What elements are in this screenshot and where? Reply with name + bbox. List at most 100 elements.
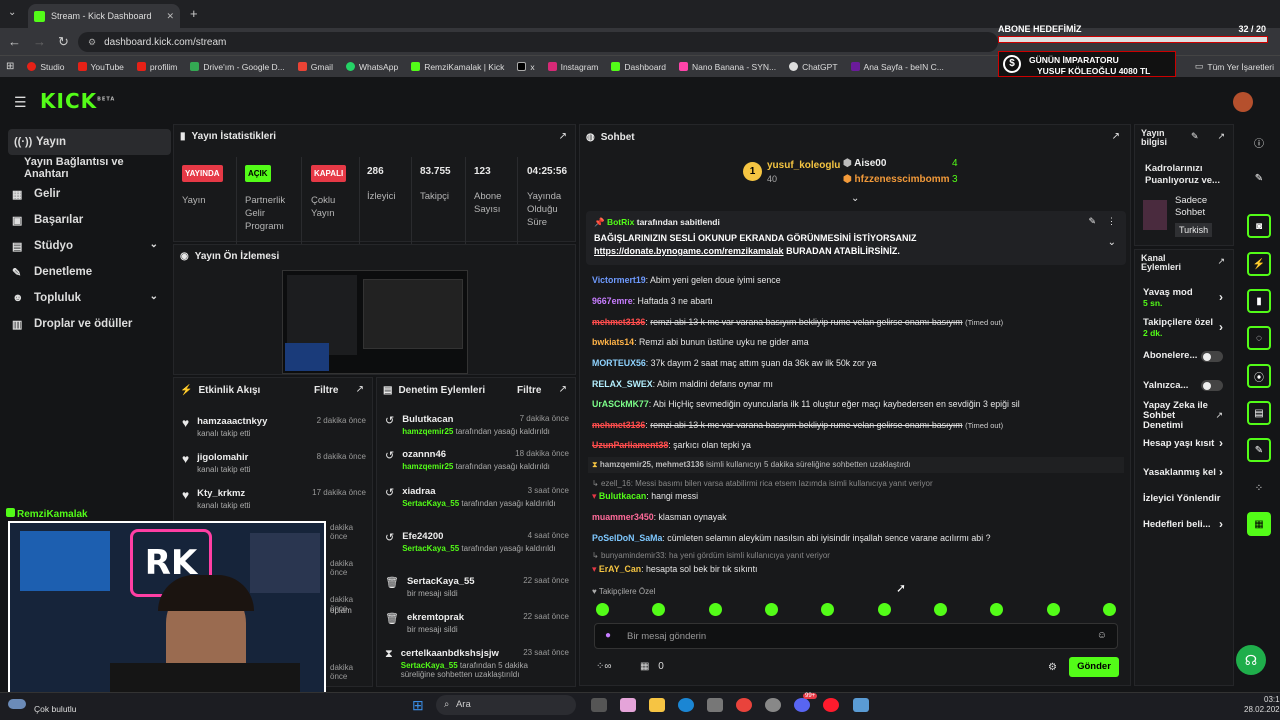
emote-icon[interactable] (933, 603, 947, 616)
emote-icon[interactable] (596, 603, 609, 616)
popout-icon[interactable]: ↗ (356, 384, 364, 395)
goals-row[interactable]: Hedefleri beli... (1143, 520, 1229, 530)
clip-icon[interactable]: ▮ (1247, 289, 1271, 313)
ai-moderation-row[interactable]: Yapay Zeka ile Sohbet Denetimi (1143, 401, 1215, 431)
weather-text[interactable]: Çok bulutlu (34, 704, 77, 714)
info-icon[interactable]: ⓘ (1247, 130, 1271, 154)
moderation-icon[interactable]: ▤ (1247, 401, 1271, 425)
windows-start-icon[interactable]: ⊞ (412, 697, 424, 714)
sidebar-item-gelir[interactable]: ▦ Gelir (0, 181, 170, 207)
chat-bubble-icon[interactable]: ◌ (1247, 326, 1271, 350)
bookmark-profilim[interactable]: profilim (136, 62, 177, 72)
send-button[interactable]: Gönder (1069, 657, 1119, 677)
sidebar-item-topluluk[interactable]: ☻ Topluluk ⌄ (0, 285, 170, 311)
emote-icon[interactable] (821, 603, 835, 616)
emote-icon[interactable] (990, 603, 1004, 616)
popout-icon[interactable]: ↗ (1217, 256, 1225, 267)
account-age-row[interactable]: Hesap yaşı kısıt (1143, 439, 1229, 449)
browser-tab[interactable]: Stream - Kick Dashboard ✕ (28, 4, 180, 28)
emote-icon[interactable] (764, 603, 778, 616)
system-clock[interactable]: 03:1028.02.2026 (1244, 695, 1280, 715)
gift-icon[interactable]: ▦ (1247, 512, 1271, 536)
gift-counter[interactable]: ▦ 0 (640, 661, 664, 672)
settings-icon[interactable]: ⚙ (1048, 662, 1057, 673)
edit-icon[interactable]: ✎ (1247, 166, 1271, 190)
bookmark-nano-banana[interactable]: Nano Banana - SYN... (678, 62, 776, 72)
donate-link[interactable]: https://donate.bynogame.com/remzikamalak (594, 246, 784, 256)
site-info-icon[interactable]: ⚙ (88, 37, 96, 48)
user-avatar[interactable] (1233, 92, 1253, 112)
opera-icon[interactable] (823, 698, 839, 712)
community-icon[interactable]: ⁘ (1247, 476, 1271, 500)
wrench-icon[interactable]: ✎ (1247, 438, 1271, 462)
preview-video[interactable] (282, 270, 468, 374)
address-bar[interactable]: ⚙ dashboard.kick.com/stream (78, 32, 998, 52)
emote-toggle[interactable] (1201, 380, 1223, 391)
bookmark-x[interactable]: x (517, 62, 535, 72)
bookmark-dashboard[interactable]: Dashboard (611, 62, 666, 72)
task-view-icon[interactable] (591, 698, 607, 712)
steam-icon[interactable] (765, 698, 781, 712)
chat-input-box[interactable]: ● Bir mesaj gönderin ☺ (594, 623, 1118, 649)
emote-icon[interactable] (877, 603, 891, 616)
bookmark-gmail[interactable]: Gmail (297, 62, 333, 72)
banned-words-row[interactable]: Yasaklanmış kel (1143, 468, 1229, 478)
collapse-icon[interactable]: ⌄ (851, 193, 859, 204)
sidebar-item-basarilar[interactable]: ▣ Başarılar (0, 207, 170, 233)
activity-filter-button[interactable]: Filtre (314, 385, 338, 396)
sidebar-item-denetleme[interactable]: ✎ Denetleme (0, 259, 170, 285)
emote-icon[interactable] (1046, 603, 1060, 616)
support-icon[interactable]: ☊ (1236, 645, 1266, 675)
followers-only-row[interactable]: Takipçilere özel 2 dk. (1143, 318, 1229, 339)
bookmark-instagram[interactable]: Instagram (547, 62, 598, 72)
emote-icon[interactable] (652, 603, 666, 616)
unpin-icon[interactable]: ✎ (1088, 216, 1096, 227)
taskbar-search[interactable]: ⌕ Ara (436, 695, 576, 715)
expand-icon[interactable]: ⌄ (1108, 237, 1116, 248)
app-icon[interactable] (853, 698, 869, 712)
sidebar-item-yayin[interactable]: ((·)) Yayın (8, 129, 171, 155)
subs-toggle[interactable] (1201, 351, 1223, 362)
emote-icon[interactable] (708, 603, 722, 616)
copilot-icon[interactable] (620, 698, 636, 712)
kick-logo[interactable]: KICKBETA (40, 89, 115, 113)
sidebar-item-droplar[interactable]: ▥ Droplar ve ödüller (0, 311, 170, 337)
explorer-icon[interactable] (649, 698, 665, 712)
back-icon[interactable]: ← (8, 34, 21, 49)
popout-icon[interactable]: ↗ (1217, 131, 1225, 142)
reload-icon[interactable]: ↻ (58, 34, 69, 50)
moderation-filter-button[interactable]: Filtre (517, 385, 541, 396)
bookmark-drive[interactable]: Drive'ım - Google D... (190, 62, 285, 72)
broadcast-icon[interactable]: ⦿ (1247, 364, 1271, 388)
edit-icon[interactable]: ✎ (1191, 131, 1199, 142)
bookmark-bein[interactable]: Ana Sayfa - beIN C... (850, 62, 944, 72)
discord-icon[interactable] (794, 698, 810, 712)
popout-icon[interactable]: ↗ (559, 131, 567, 142)
bookmark-whatsapp[interactable]: WhatsApp (345, 62, 398, 72)
close-tab-icon[interactable]: ✕ (166, 11, 174, 22)
edge-icon[interactable] (678, 698, 694, 712)
bolt-icon[interactable]: ⚡ (1247, 252, 1271, 276)
forward-icon[interactable]: → (33, 34, 46, 49)
chrome-icon[interactable] (736, 698, 752, 712)
emoji-icon[interactable]: ☺ (1097, 630, 1107, 641)
sidebar-item-connection[interactable]: Yayın Bağlantısı ve Anahtarı (0, 155, 170, 181)
emote-icon[interactable] (1102, 603, 1116, 616)
popout-icon[interactable]: ↗ (1112, 131, 1120, 142)
hamburger-menu-icon[interactable]: ☰ (14, 94, 27, 111)
bookmark-kick[interactable]: RemziKamalak | Kick (411, 62, 504, 72)
slow-mode-row[interactable]: Yavaş mod 5 sn. (1143, 288, 1229, 309)
sidebar-item-studyo[interactable]: ▤ Stüdyo ⌄ (0, 233, 170, 259)
new-tab-icon[interactable]: + (190, 6, 198, 21)
store-icon[interactable] (707, 698, 723, 712)
tab-menu-icon[interactable]: ⌄ (8, 7, 16, 18)
bookmark-studio[interactable]: Studio (27, 62, 65, 72)
popout-icon[interactable]: ↗ (559, 384, 567, 395)
more-icon[interactable]: ⋮ (1107, 216, 1116, 227)
bookmark-youtube[interactable]: YouTube (77, 62, 124, 72)
infinity-icon[interactable]: ⁘∞ (596, 661, 612, 672)
apps-icon[interactable]: ⊞ (6, 61, 14, 72)
bookmark-chatgpt[interactable]: ChatGPT (789, 62, 838, 72)
mic-icon[interactable]: ● (605, 630, 611, 641)
raid-row[interactable]: İzleyici Yönlendir (1143, 494, 1229, 504)
